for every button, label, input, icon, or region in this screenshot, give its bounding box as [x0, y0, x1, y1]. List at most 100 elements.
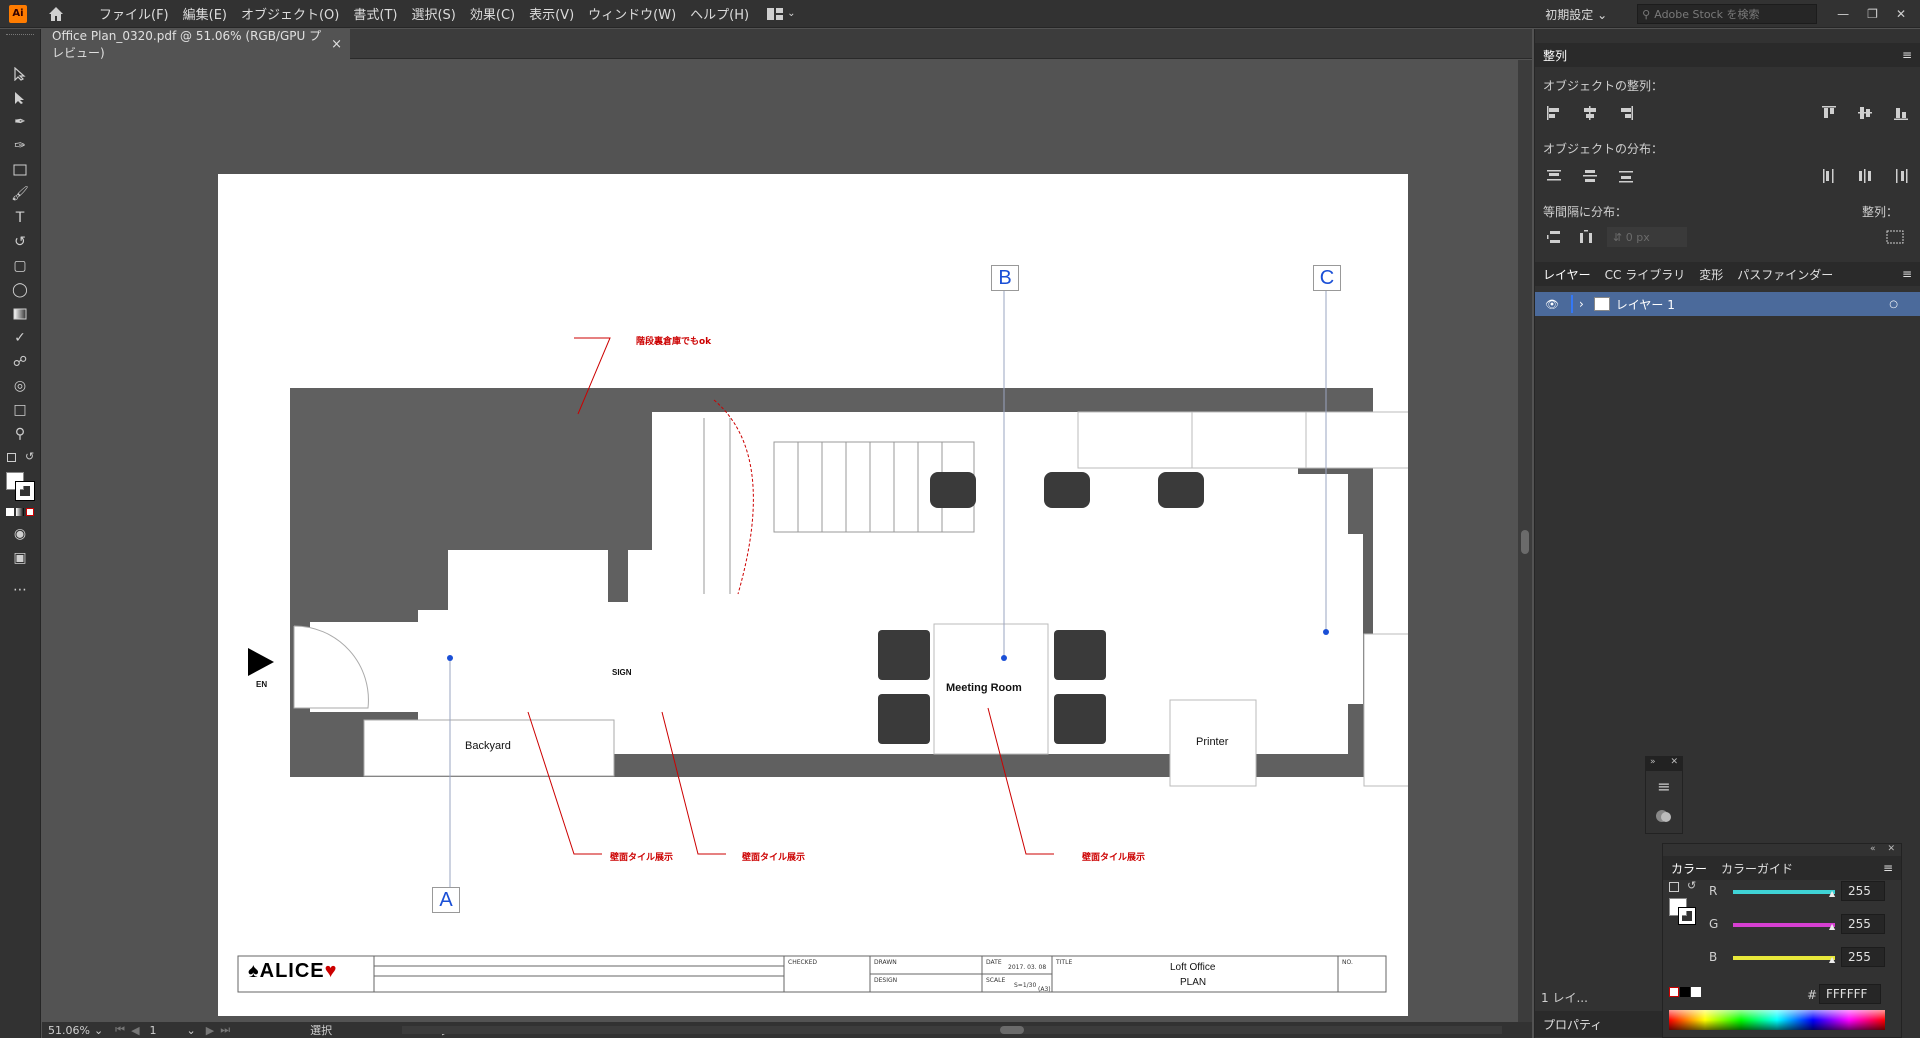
zoom-level[interactable]: 51.06% [48, 1024, 90, 1037]
next-artboard-icon[interactable]: ▶ [206, 1024, 214, 1037]
gradient-mode-icon[interactable] [16, 508, 24, 516]
slider-thumb-icon[interactable]: ▲ [1829, 922, 1835, 931]
default-colors-icon[interactable] [1669, 882, 1679, 892]
black-swatch[interactable] [1680, 987, 1690, 997]
slider-thumb-icon[interactable]: ▲ [1829, 889, 1835, 898]
type-tool-icon[interactable]: T [10, 208, 30, 228]
swap-colors-icon[interactable]: ↺ [25, 450, 34, 463]
artboard-number[interactable]: 1 [150, 1024, 157, 1037]
channel-g-input[interactable]: 255 [1841, 914, 1885, 934]
horizontal-distribute-space-icon[interactable] [1575, 226, 1597, 248]
color-panel-grip[interactable]: «✕ [1663, 844, 1901, 856]
align-left-icon[interactable] [1543, 102, 1565, 124]
distribute-right-icon[interactable] [1890, 165, 1912, 187]
stroke-swatch[interactable] [1678, 907, 1696, 925]
chevron-right-icon[interactable]: › [1579, 297, 1584, 311]
color-spectrum[interactable] [1669, 1010, 1885, 1030]
distribute-vertical-center-icon[interactable] [1579, 165, 1601, 187]
vertical-scrollbar[interactable] [1518, 60, 1532, 1022]
channel-g-slider[interactable] [1733, 923, 1835, 927]
channel-b-input[interactable]: 255 [1841, 947, 1885, 967]
layer-name[interactable]: レイヤー 1 [1616, 296, 1675, 313]
distribute-bottom-icon[interactable] [1615, 165, 1637, 187]
menu-object[interactable]: オブジェクト(O) [241, 4, 339, 23]
layer-row[interactable]: 👁 › レイヤー 1 ○ [1535, 292, 1920, 316]
restore-button[interactable]: ❐ [1867, 7, 1878, 21]
artboard-tool-icon[interactable]: □ [10, 400, 30, 420]
first-artboard-icon[interactable]: ⏮ [115, 1023, 125, 1037]
artboard[interactable]: A B C Meeting Room Backyard Printer EN S… [218, 174, 1408, 1016]
target-icon[interactable]: ○ [1889, 299, 1898, 310]
document-tab[interactable]: Office Plan_0320.pdf @ 51.06% (RGB/GPU プ… [42, 29, 350, 60]
align-to-selection-icon[interactable] [1884, 226, 1906, 248]
chevron-down-icon[interactable]: ⌄ [94, 1024, 103, 1037]
horizontal-scrollbar[interactable] [402, 1026, 1502, 1034]
distribute-left-icon[interactable] [1818, 165, 1840, 187]
curvature-tool-icon[interactable]: ✑ [10, 136, 30, 156]
tab-align[interactable]: 整列 [1543, 47, 1567, 64]
tab-color[interactable]: カラー [1671, 860, 1707, 877]
close-icon[interactable]: ✕ [1670, 757, 1678, 771]
channel-r-slider[interactable] [1733, 890, 1835, 894]
last-artboard-icon[interactable]: ⏭ [220, 1023, 230, 1037]
eyedropper-tool-icon[interactable]: ✓ [10, 328, 30, 348]
vertical-distribute-space-icon[interactable] [1543, 226, 1565, 248]
stock-search-input[interactable]: ⚲ Adobe Stock を検索 [1637, 4, 1818, 24]
direct-selection-tool-icon[interactable] [10, 88, 30, 108]
rotate-tool-icon[interactable]: ↺ [10, 232, 30, 252]
menu-help[interactable]: ヘルプ(H) [690, 4, 749, 23]
tab-properties[interactable]: プロパティ [1535, 1011, 1663, 1037]
align-right-icon[interactable] [1615, 102, 1637, 124]
menu-view[interactable]: 表示(V) [529, 4, 574, 23]
home-icon[interactable] [47, 5, 65, 23]
minimize-button[interactable]: — [1837, 7, 1849, 21]
tab-color-guide[interactable]: カラーガイド [1721, 860, 1793, 877]
menu-window[interactable]: ウィンドウ(W) [588, 4, 676, 23]
properties-menu-icon[interactable]: ≡ [1646, 771, 1682, 801]
pen-tool-icon[interactable]: ✒ [10, 112, 30, 132]
swap-colors-icon[interactable]: ↺ [1687, 879, 1696, 892]
default-colors-icon[interactable] [7, 453, 16, 462]
menu-select[interactable]: 選択(S) [411, 4, 455, 23]
selection-tool-icon[interactable] [10, 64, 30, 84]
canvas-area[interactable]: A B C Meeting Room Backyard Printer EN S… [42, 60, 1532, 1025]
tab-transform[interactable]: 変形 [1699, 266, 1723, 283]
panel-menu-icon[interactable]: ≡ [1883, 861, 1893, 875]
channel-b-slider[interactable] [1733, 956, 1835, 960]
rectangle-tool-icon[interactable] [10, 160, 30, 180]
spacing-input[interactable]: ⇵ 0 px [1607, 227, 1687, 247]
menu-type[interactable]: 書式(T) [353, 4, 397, 23]
close-window-button[interactable]: ✕ [1896, 7, 1906, 21]
prev-artboard-icon[interactable]: ◀ [131, 1024, 139, 1037]
none-swatch[interactable] [1669, 987, 1679, 997]
white-swatch[interactable] [1691, 987, 1701, 997]
chevron-down-icon[interactable]: ⌄ [187, 1024, 196, 1037]
eraser-tool-icon[interactable]: ▢ [10, 256, 30, 276]
paintbrush-tool-icon[interactable]: 🖌 [10, 184, 30, 204]
horizontal-scroll-thumb[interactable] [1000, 1026, 1024, 1034]
expand-icon[interactable]: » [1650, 757, 1656, 771]
fill-stroke-widget[interactable] [6, 472, 36, 501]
draw-mode-icon[interactable]: ◉ [10, 524, 30, 544]
symbol-sprayer-tool-icon[interactable]: ◎ [10, 376, 30, 396]
tab-layers[interactable]: レイヤー [1543, 266, 1591, 283]
align-vertical-center-icon[interactable] [1854, 102, 1876, 124]
align-top-icon[interactable] [1818, 102, 1840, 124]
distribute-horizontal-center-icon[interactable] [1854, 165, 1876, 187]
toolbar-grip[interactable] [6, 34, 34, 37]
stroke-swatch[interactable] [15, 481, 35, 501]
panel-menu-icon[interactable]: ≡ [1902, 48, 1912, 62]
menu-file[interactable]: ファイル(F) [99, 4, 169, 23]
gradient-tool-icon[interactable] [10, 304, 30, 324]
zoom-tool-icon[interactable]: ⚲ [10, 424, 30, 444]
color-mode-icon[interactable] [6, 508, 14, 516]
distribute-top-icon[interactable] [1543, 165, 1565, 187]
mini-panel-header[interactable]: » ✕ [1646, 757, 1682, 771]
collapse-icon[interactable]: « [1870, 844, 1876, 856]
hex-input[interactable]: FFFFFF [1819, 984, 1881, 1004]
vertical-scroll-thumb[interactable] [1521, 530, 1529, 554]
align-bottom-icon[interactable] [1890, 102, 1912, 124]
shape-builder-tool-icon[interactable]: ◯ [10, 280, 30, 300]
arrange-documents-button[interactable]: ⌄ [767, 7, 795, 20]
appearance-icon[interactable] [1646, 801, 1682, 831]
